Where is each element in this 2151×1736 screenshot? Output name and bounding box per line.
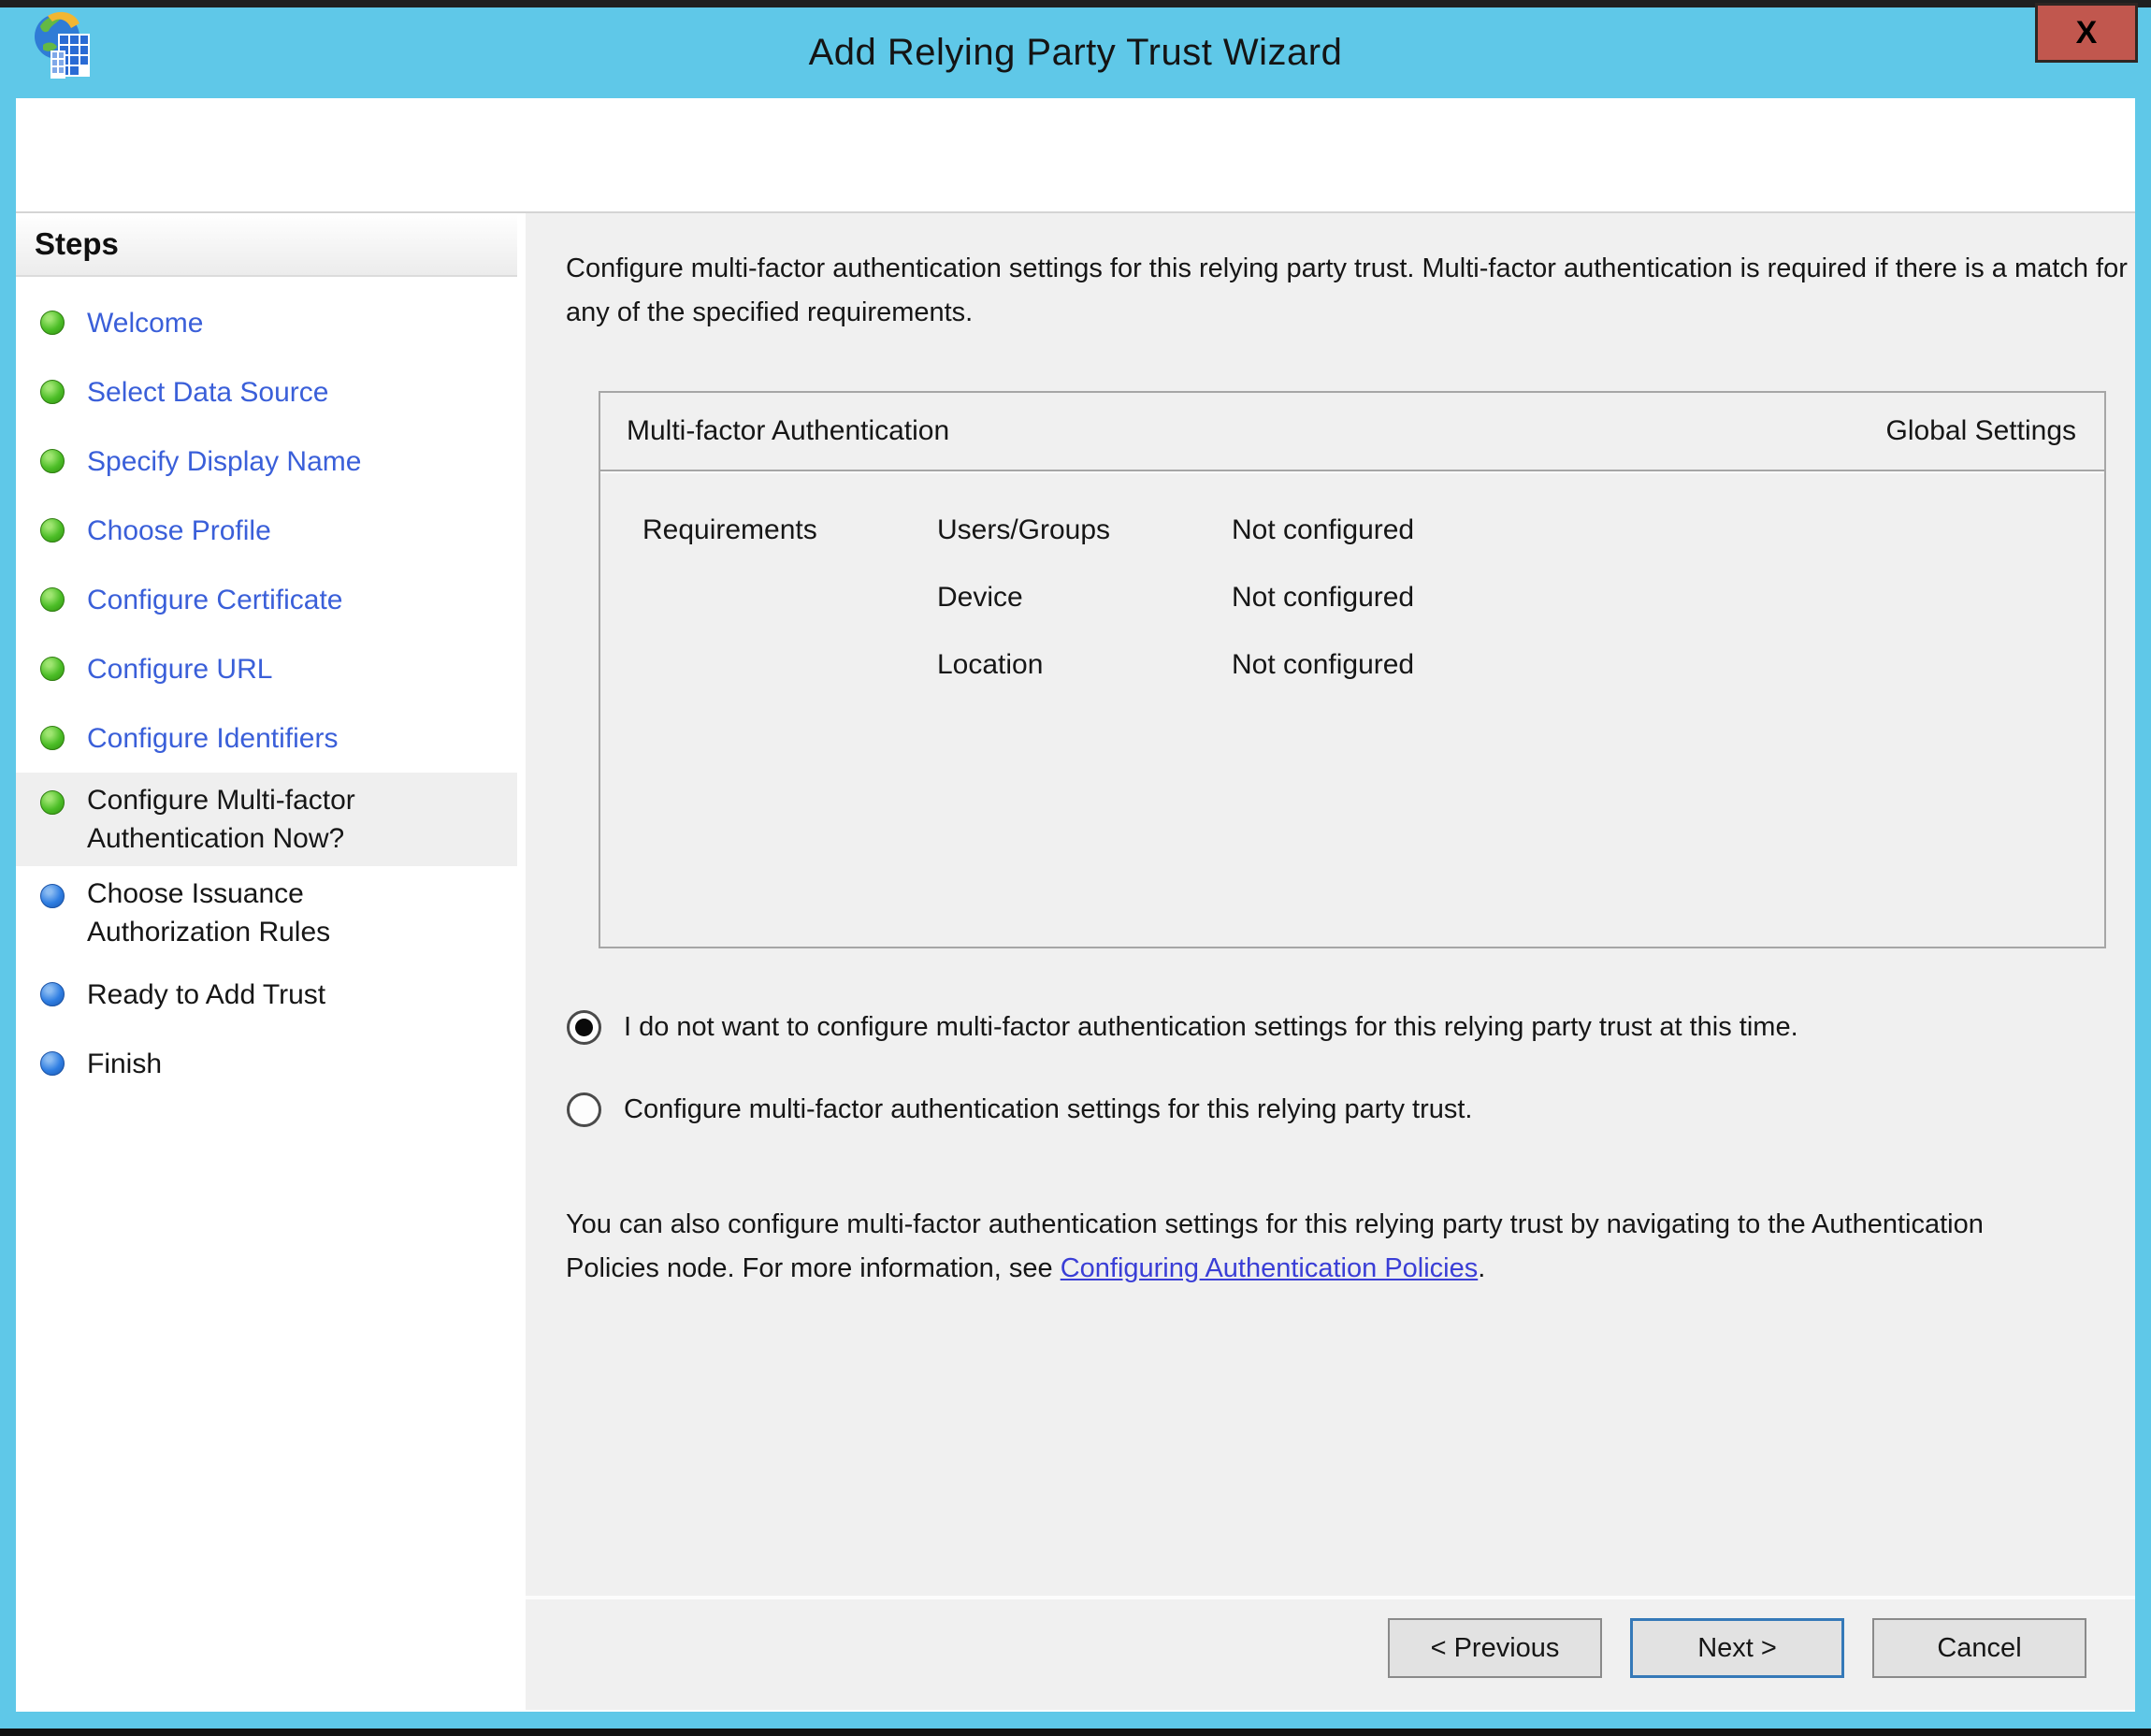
sidebar-item-finish[interactable]: Finish bbox=[16, 1029, 517, 1098]
radio-unselected-icon[interactable] bbox=[567, 1092, 601, 1127]
mfa-row-label bbox=[642, 582, 937, 614]
sidebar-item-configure-certificate[interactable]: Configure Certificate bbox=[16, 565, 517, 634]
radio-selected-icon[interactable] bbox=[567, 1010, 601, 1045]
wizard-header-band bbox=[16, 98, 2135, 213]
step-upcoming-icon bbox=[40, 1051, 65, 1076]
sidebar-item-select-data-source[interactable]: Select Data Source bbox=[16, 357, 517, 427]
window-title: Add Relying Party Trust Wizard bbox=[809, 32, 1343, 74]
step-content-panel: Configure multi-factor authentication se… bbox=[526, 213, 2135, 1596]
top-edge-strip bbox=[0, 0, 2151, 7]
mfa-row-label bbox=[642, 649, 937, 681]
steps-sidebar: Steps Welcome Select Data Source Specify… bbox=[16, 213, 517, 1710]
close-icon: X bbox=[2076, 15, 2098, 51]
intro-text: Configure multi-factor authentication se… bbox=[566, 247, 2151, 335]
bottom-edge-strip bbox=[0, 1729, 2151, 1736]
steps-list: Welcome Select Data Source Specify Displ… bbox=[16, 277, 517, 1098]
step-done-icon bbox=[40, 380, 65, 404]
mfa-table-title: Multi-factor Authentication bbox=[627, 415, 949, 447]
wizard-window: Add Relying Party Trust Wizard X bbox=[0, 0, 2151, 1736]
step-upcoming-icon bbox=[40, 884, 65, 908]
step-current-icon bbox=[40, 790, 65, 815]
mfa-row-value: Not configured bbox=[1232, 649, 2104, 681]
configuring-authentication-policies-link[interactable]: Configuring Authentication Policies bbox=[1061, 1253, 1479, 1283]
footnote-text: You can also configure multi-factor auth… bbox=[566, 1203, 2025, 1291]
mfa-row-category: Location bbox=[937, 649, 1232, 681]
next-button[interactable]: Next > bbox=[1630, 1618, 1844, 1678]
mfa-table-rows: Requirements Users/Groups Not configured… bbox=[600, 471, 2104, 681]
step-done-icon bbox=[40, 449, 65, 473]
previous-button[interactable]: < Previous bbox=[1388, 1618, 1602, 1678]
mfa-row-value: Not configured bbox=[1232, 582, 2104, 614]
sidebar-item-choose-profile[interactable]: Choose Profile bbox=[16, 496, 517, 565]
mfa-settings-table: Multi-factor Authentication Global Setti… bbox=[599, 391, 2106, 948]
button-bar: < Previous Next > Cancel bbox=[526, 1599, 2135, 1710]
titlebar[interactable]: Add Relying Party Trust Wizard bbox=[0, 7, 2151, 98]
mfa-row-category: Device bbox=[937, 582, 1232, 614]
mfa-row-label: Requirements bbox=[642, 514, 937, 546]
step-upcoming-icon bbox=[40, 982, 65, 1006]
sidebar-item-configure-mfa-now[interactable]: Configure Multi-factor Authentication No… bbox=[16, 773, 517, 866]
sidebar-item-ready-to-add-trust[interactable]: Ready to Add Trust bbox=[16, 960, 517, 1029]
sidebar-item-choose-issuance-authorization-rules[interactable]: Choose Issuance Authorization Rules bbox=[16, 866, 517, 960]
step-done-icon bbox=[40, 726, 65, 750]
sidebar-item-configure-identifiers[interactable]: Configure Identifiers bbox=[16, 703, 517, 773]
radio-option-skip-mfa[interactable]: I do not want to configure multi-factor … bbox=[567, 1010, 1798, 1045]
cancel-button[interactable]: Cancel bbox=[1872, 1618, 2086, 1678]
close-button[interactable]: X bbox=[2035, 3, 2138, 63]
sidebar-item-configure-url[interactable]: Configure URL bbox=[16, 634, 517, 703]
sidebar-item-welcome[interactable]: Welcome bbox=[16, 288, 517, 357]
step-done-icon bbox=[40, 587, 65, 612]
steps-header: Steps bbox=[16, 213, 517, 277]
mfa-row-value: Not configured bbox=[1232, 514, 2104, 546]
adfs-app-icon bbox=[32, 9, 94, 80]
step-done-icon bbox=[40, 657, 65, 681]
steps-heading: Steps bbox=[35, 226, 119, 262]
dialog-body: Steps Welcome Select Data Source Specify… bbox=[16, 98, 2135, 1712]
radio-option-configure-mfa[interactable]: Configure multi-factor authentication se… bbox=[567, 1092, 1472, 1127]
sidebar-item-specify-display-name[interactable]: Specify Display Name bbox=[16, 427, 517, 496]
step-done-icon bbox=[40, 518, 65, 542]
mfa-global-settings-label: Global Settings bbox=[1886, 415, 2076, 447]
step-done-icon bbox=[40, 311, 65, 335]
mfa-row-category: Users/Groups bbox=[937, 514, 1232, 546]
